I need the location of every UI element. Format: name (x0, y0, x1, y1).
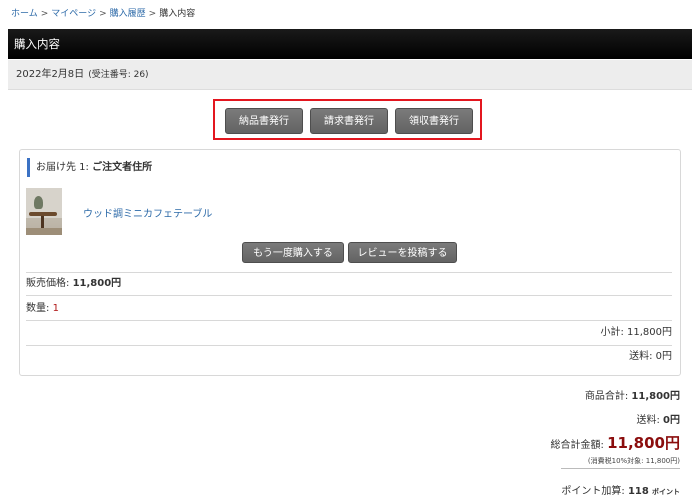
breadcrumb-mypage[interactable]: マイページ (51, 9, 96, 19)
shipping-total-label: 送料: (636, 415, 660, 426)
receipt-button[interactable]: 領収書発行 (395, 108, 473, 134)
breadcrumb-separator: > (40, 9, 49, 19)
order-date: 2022年2月8日 (16, 69, 85, 80)
product-name-link[interactable]: ウッド調ミニカフェテーブル (83, 205, 212, 220)
grand-total-label: 総合計金額: (550, 440, 604, 451)
post-review-button[interactable]: レビューを投稿する (348, 242, 457, 263)
divider (561, 468, 680, 469)
shipping-name: ご注文者住所 (92, 162, 153, 173)
points-earned: ポイント加算: 118 ポイント (561, 482, 680, 497)
points-label: ポイント加算: (561, 486, 625, 497)
goods-total-label: 商品合計: (584, 391, 629, 402)
order-item-card: お届け先 1: ご注文者住所 ウッド調ミニカフェテーブル もう一度購入する レビ… (19, 149, 681, 376)
order-number: (受注番号: 26) (88, 70, 149, 80)
delivery-note-button[interactable]: 納品書発行 (225, 108, 303, 134)
breadcrumb-separator: > (99, 9, 107, 19)
breadcrumb-separator: > (148, 9, 157, 19)
order-date-bar: 2022年2月8日 (受注番号: 26) (8, 60, 692, 90)
shipping-destination: お届け先 1: ご注文者住所 (27, 158, 152, 177)
shipping-total: 送料: 0円 (636, 411, 680, 426)
subtotal: 小計: 11,800円 (600, 327, 672, 338)
subtotal-row: 小計: 11,800円 (26, 321, 672, 346)
product-thumbnail[interactable] (26, 188, 62, 235)
tax-note: (消費税10%対象: 11,800円) (587, 457, 680, 465)
grand-total-value: 11,800円 (607, 434, 680, 452)
goods-total-value: 11,800円 (631, 391, 680, 402)
shipping-prefix: お届け先 1: (36, 162, 89, 173)
buy-again-button[interactable]: もう一度購入する (242, 242, 344, 263)
shipping-total-value: 0円 (663, 415, 680, 426)
points-value: 118 (627, 486, 649, 497)
item-shipping-fee: 送料: 0円 (629, 351, 672, 362)
breadcrumb-current: 購入内容 (159, 9, 196, 19)
document-buttons-highlight: 納品書発行 請求書発行 領収書発行 (213, 99, 482, 140)
points-unit: ポイント (652, 488, 680, 496)
page-title: 購入内容 (8, 29, 692, 59)
item-shipping-row: 送料: 0円 (26, 346, 672, 368)
quantity-label: 数量: (26, 303, 50, 314)
quantity-row: 数量: 1 (26, 296, 672, 321)
invoice-button[interactable]: 請求書発行 (310, 108, 388, 134)
goods-total: 商品合計: 11,800円 (585, 387, 680, 402)
price-label: 販売価格: (26, 278, 70, 289)
price-value: 11,800円 (72, 278, 122, 289)
price-row: 販売価格: 11,800円 (26, 272, 672, 296)
breadcrumb-history[interactable]: 購入履歴 (110, 9, 146, 19)
breadcrumb: ホーム > マイページ > 購入履歴 > 購入内容 (11, 6, 195, 19)
quantity-value: 1 (52, 303, 59, 314)
breadcrumb-home[interactable]: ホーム (11, 9, 38, 19)
grand-total: 総合計金額: 11,800円 (551, 432, 680, 453)
